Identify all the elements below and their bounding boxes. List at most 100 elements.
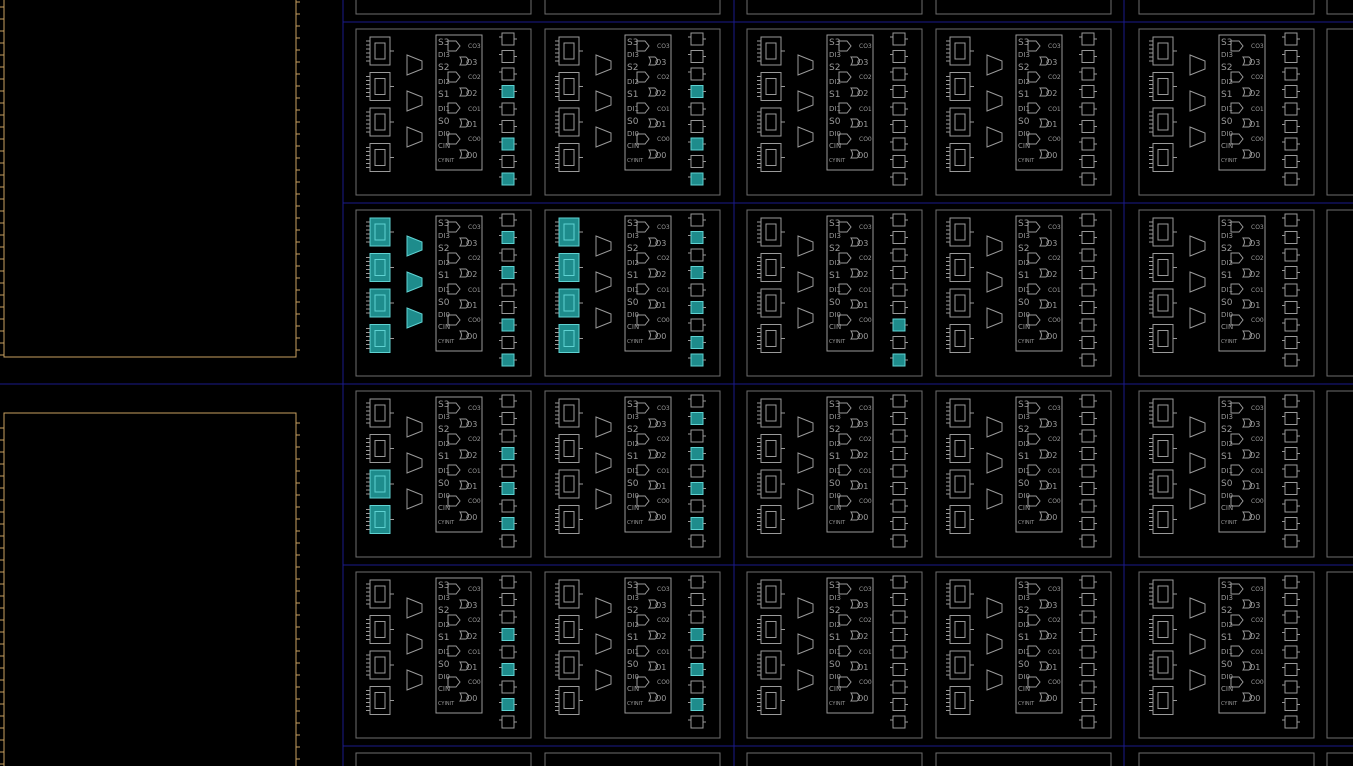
carry4-out-label: CO2 xyxy=(1251,617,1264,624)
flip-flop-0 xyxy=(1081,32,1095,46)
flip-flop-3 xyxy=(1081,266,1095,279)
lut-inner xyxy=(954,113,966,131)
lut-2 xyxy=(1149,288,1177,318)
carry-and-gate xyxy=(447,221,461,233)
flip-flop-7 xyxy=(1284,698,1298,711)
carry4-pin-label: S1 xyxy=(627,633,638,643)
lut-1 xyxy=(757,434,785,463)
lut-inner xyxy=(374,656,386,674)
lut-body xyxy=(1152,72,1174,101)
carry4-pin-label: S0 xyxy=(829,298,841,308)
carry4-out-label: CO2 xyxy=(1048,436,1061,443)
flip-flop-4 xyxy=(1284,464,1298,478)
lut-2 xyxy=(555,288,583,318)
flip-flop-7 xyxy=(1081,517,1095,530)
lut-body xyxy=(558,72,580,101)
slice-tile-r2c4: S3DI3S2DI2S1DI1S0DI0CINCYINITCO3O3CO2O2C… xyxy=(935,209,1112,377)
flip-flop-4 xyxy=(1081,464,1095,478)
carry4-pin-label: S1 xyxy=(1018,452,1029,462)
carry-and-gate xyxy=(447,402,461,414)
carry4-pin-label: CYINIT xyxy=(1018,520,1035,526)
slice-tile-partial-top xyxy=(1138,0,1315,15)
carry4-pin-label: S1 xyxy=(1018,633,1029,643)
lut-3 xyxy=(555,505,583,534)
flip-flop-3 xyxy=(690,266,704,279)
flip-flop-5 xyxy=(690,663,704,676)
flip-flop-5 xyxy=(501,663,515,676)
lut-inner xyxy=(765,585,777,603)
flip-flop-8 xyxy=(1284,715,1298,729)
flip-flop-2 xyxy=(501,429,515,443)
flip-flop-4 xyxy=(690,645,704,659)
mux-0 xyxy=(595,235,612,257)
device-view-canvas[interactable]: S3DI3S2DI2S1DI1S0DI0CINCYINITCO3O3CO2O2C… xyxy=(0,0,1353,766)
lut-1 xyxy=(366,434,394,463)
lut-inner xyxy=(1157,511,1169,528)
carry4-out-label: CO3 xyxy=(468,405,481,412)
carry4-out-label: CO0 xyxy=(468,498,481,505)
lut-body xyxy=(558,398,580,428)
lut-body xyxy=(558,107,580,137)
lut-inner xyxy=(765,223,777,241)
lut-body xyxy=(1152,324,1174,353)
carry4-pin-label: S1 xyxy=(438,90,449,100)
mux-0 xyxy=(406,416,423,438)
flip-flop-1 xyxy=(690,412,704,425)
flip-flop-6 xyxy=(892,499,906,513)
flip-flop-5 xyxy=(892,301,906,314)
carry4-out-label: CO0 xyxy=(859,498,872,505)
lut-inner xyxy=(765,294,777,312)
lut-0 xyxy=(757,217,785,247)
carry4-out-label: CO3 xyxy=(657,224,670,231)
mux-1 xyxy=(406,633,423,655)
carry4-pin-label: S1 xyxy=(1018,271,1029,281)
lut-inner xyxy=(374,113,386,131)
carry4-out-label: CO1 xyxy=(657,287,670,294)
lut-0 xyxy=(366,36,394,66)
carry4-pin-label: S1 xyxy=(1221,633,1232,643)
flip-flop-1 xyxy=(501,231,515,244)
flip-flop-7 xyxy=(1284,155,1298,168)
mux-2 xyxy=(406,307,423,329)
carry4-out-label: CO3 xyxy=(859,586,872,593)
bram-outline xyxy=(3,412,297,766)
flip-flop-7 xyxy=(892,155,906,168)
flip-flop-7 xyxy=(892,517,906,530)
lut-body xyxy=(760,686,782,715)
flip-flop-2 xyxy=(1081,610,1095,624)
carry4-out-label: CO0 xyxy=(1048,679,1061,686)
lut-inner xyxy=(563,404,575,422)
flip-flop-4 xyxy=(690,102,704,116)
carry-and-gate xyxy=(636,402,650,414)
flip-flop-6 xyxy=(690,499,704,513)
mux-1 xyxy=(1189,90,1206,112)
slice-tile-partial-right xyxy=(1326,390,1353,558)
flip-flop-3 xyxy=(690,85,704,98)
slice-tile-partial-right xyxy=(1326,209,1353,377)
flip-flop-4 xyxy=(892,102,906,116)
lut-body xyxy=(760,72,782,101)
lut-inner xyxy=(1157,259,1169,276)
flip-flop-5 xyxy=(892,482,906,495)
mux-1 xyxy=(797,633,814,655)
lut-2 xyxy=(1149,650,1177,680)
flip-flop-5 xyxy=(501,301,515,314)
carry4-pin-label: DI3 xyxy=(829,413,841,421)
flip-flop-7 xyxy=(501,155,515,168)
slice-tile-r2c2: S3DI3S2DI2S1DI1S0DI0CINCYINITCO3O3CO2O2C… xyxy=(544,209,721,377)
clock-region-grid xyxy=(0,0,1353,766)
lut-1 xyxy=(366,72,394,101)
mux-1 xyxy=(986,633,1003,655)
carry4-pin-label: S0 xyxy=(1018,660,1030,670)
flip-flop-6 xyxy=(501,499,515,513)
lut-0 xyxy=(1149,398,1177,428)
carry4-out-label: CO1 xyxy=(657,649,670,656)
carry4-out-label: CO2 xyxy=(468,255,481,262)
lut-body xyxy=(949,686,971,715)
carry4-out-label: CO2 xyxy=(1048,617,1061,624)
lut-body xyxy=(369,288,391,318)
flip-flop-6 xyxy=(501,137,515,151)
carry-and-gate xyxy=(838,221,852,233)
flip-flop-1 xyxy=(690,593,704,606)
flip-flop-2 xyxy=(1081,429,1095,443)
